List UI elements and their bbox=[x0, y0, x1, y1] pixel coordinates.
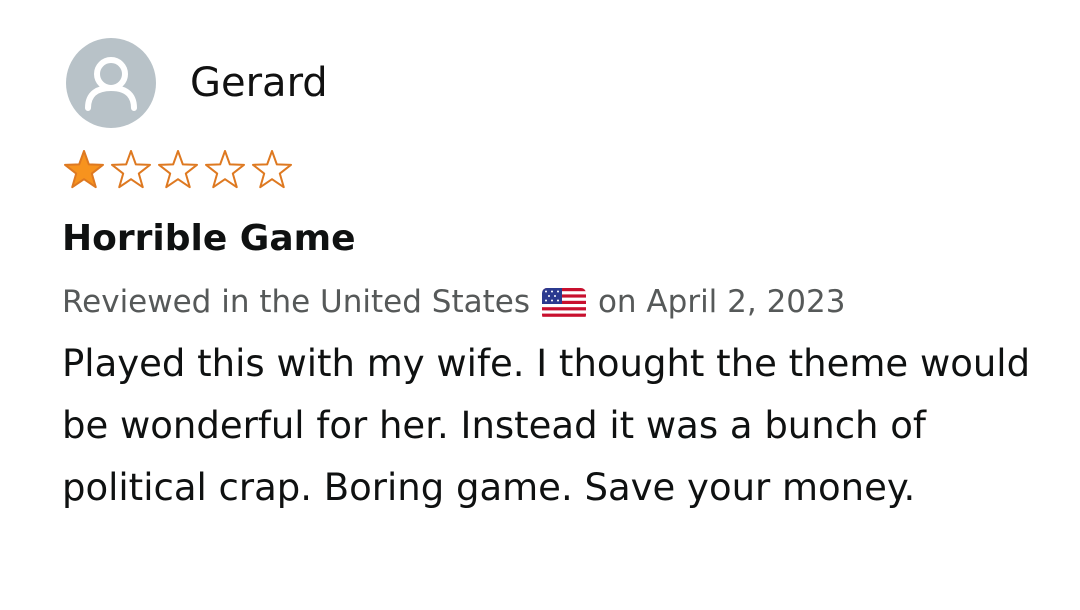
review-meta: Reviewed in the United States on April 2… bbox=[62, 278, 845, 326]
star-empty-icon bbox=[110, 150, 152, 189]
avatar bbox=[66, 38, 156, 128]
review-title[interactable]: Horrible Game bbox=[62, 212, 356, 266]
star-empty-icon bbox=[157, 150, 199, 189]
review-date: on April 2, 2023 bbox=[597, 284, 846, 320]
review-body: Played this with my wife. I thought the … bbox=[62, 342, 1031, 509]
reviewer-name[interactable]: Gerard bbox=[190, 59, 328, 107]
review-card: Gerard Horrible Game Reviewed in the Uni… bbox=[0, 0, 1080, 610]
star-rating bbox=[60, 148, 295, 192]
star-empty-icon bbox=[251, 150, 293, 189]
default-user-icon bbox=[85, 57, 137, 111]
us-flag-icon bbox=[541, 286, 586, 320]
reviewed-in-text: Reviewed in the United States bbox=[62, 284, 530, 320]
reviewer-profile[interactable]: Gerard bbox=[66, 38, 328, 128]
star-filled-icon bbox=[63, 150, 105, 189]
star-empty-icon bbox=[204, 150, 246, 189]
